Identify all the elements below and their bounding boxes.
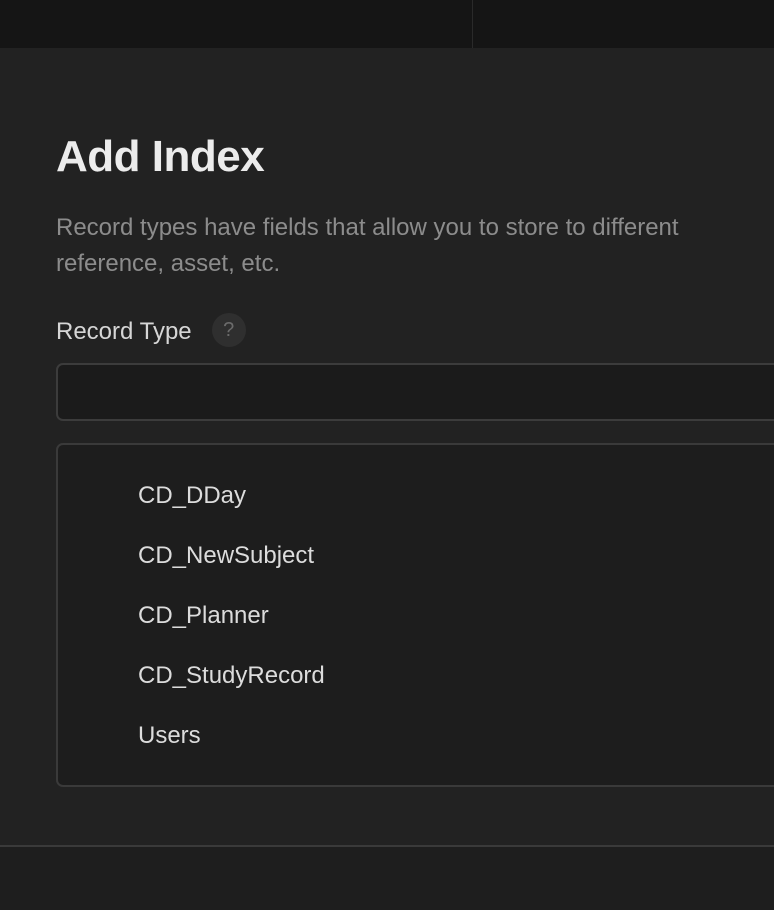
description-line-1: Record types have fields that allow you … [56,214,679,241]
record-type-label-row: Record Type ? [56,313,246,350]
option-cd-newsubject[interactable]: CD_NewSubject [138,538,314,574]
record-type-dropdown: CD_DDay CD_NewSubject CD_Planner CD_Stud… [56,443,774,787]
help-icon[interactable]: ? [211,313,246,347]
option-cd-dday[interactable]: CD_DDay [138,478,246,514]
top-bar-divider [472,0,473,48]
record-type-input[interactable] [56,363,774,421]
record-type-label: Record Type [56,318,192,345]
option-cd-studyrecord[interactable]: CD_StudyRecord [138,658,325,694]
dialog-footer [0,847,774,910]
dialog-title: Add Index [56,132,265,181]
description-line-2: reference, asset, etc. [56,250,281,277]
option-users[interactable]: Users [138,718,201,754]
dialog-description: Record types have fields that allow you … [56,210,774,282]
option-cd-planner[interactable]: CD_Planner [138,598,269,634]
top-bar [0,0,774,48]
